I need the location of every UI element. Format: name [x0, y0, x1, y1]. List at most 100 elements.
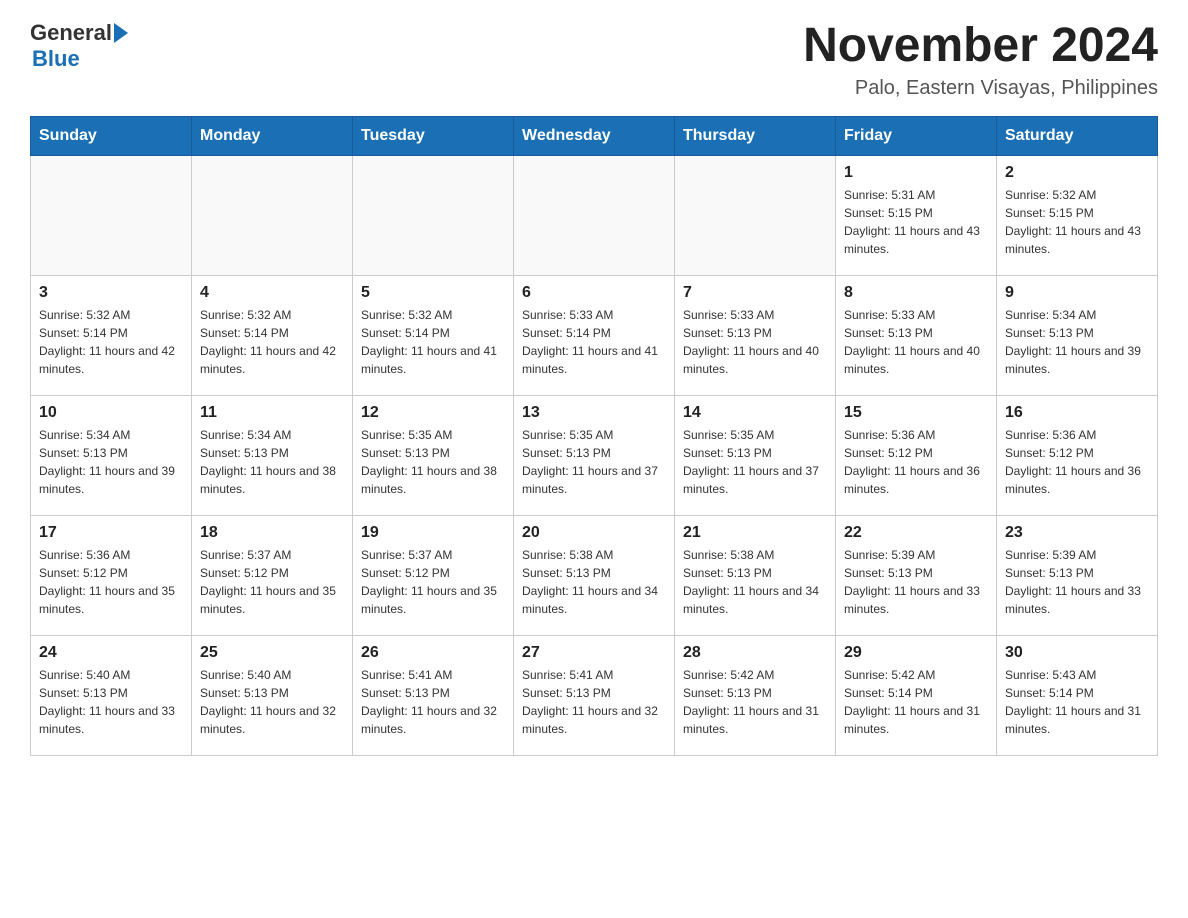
calendar-cell [31, 155, 192, 275]
day-info: Sunrise: 5:41 AMSunset: 5:13 PMDaylight:… [522, 666, 666, 738]
calendar-cell: 12 Sunrise: 5:35 AMSunset: 5:13 PMDayligh… [353, 395, 514, 515]
day-info: Sunrise: 5:31 AMSunset: 5:15 PMDaylight:… [844, 186, 988, 258]
weekday-header-saturday: Saturday [997, 116, 1158, 155]
day-info: Sunrise: 5:33 AMSunset: 5:13 PMDaylight:… [683, 306, 827, 378]
day-number: 3 [39, 284, 183, 302]
calendar-cell: 3 Sunrise: 5:32 AMSunset: 5:14 PMDaylight… [31, 275, 192, 395]
calendar-week-row: 3 Sunrise: 5:32 AMSunset: 5:14 PMDaylight… [31, 275, 1158, 395]
day-info: Sunrise: 5:34 AMSunset: 5:13 PMDaylight:… [1005, 306, 1149, 378]
calendar-cell: 21Sunrise: 5:38 AMSunset: 5:13 PMDayligh… [675, 515, 836, 635]
day-info: Sunrise: 5:43 AMSunset: 5:14 PMDaylight:… [1005, 666, 1149, 738]
day-number: 16 [1005, 404, 1149, 422]
weekday-header-monday: Monday [192, 116, 353, 155]
day-number: 10 [39, 404, 183, 422]
month-year-title: November 2024 [803, 20, 1158, 73]
weekday-header-wednesday: Wednesday [514, 116, 675, 155]
calendar-cell: 15 Sunrise: 5:36 AMSunset: 5:12 PMDayligh… [836, 395, 997, 515]
calendar-header-row: SundayMondayTuesdayWednesdayThursdayFrid… [31, 116, 1158, 155]
day-number: 17 [39, 524, 183, 542]
day-info: Sunrise: 5:32 AMSunset: 5:14 PMDaylight:… [39, 306, 183, 378]
day-number: 6 [522, 284, 666, 302]
day-number: 4 [200, 284, 344, 302]
calendar-cell: 13 Sunrise: 5:35 AMSunset: 5:13 PMDayligh… [514, 395, 675, 515]
day-number: 22 [844, 524, 988, 542]
calendar-cell [192, 155, 353, 275]
day-number: 12 [361, 404, 505, 422]
calendar-cell: 26 Sunrise: 5:41 AMSunset: 5:13 PMDayligh… [353, 635, 514, 755]
calendar-cell: 11 Sunrise: 5:34 AMSunset: 5:13 PMDayligh… [192, 395, 353, 515]
day-number: 13 [522, 404, 666, 422]
day-number: 21 [683, 524, 827, 542]
calendar-cell: 7 Sunrise: 5:33 AMSunset: 5:13 PMDaylight… [675, 275, 836, 395]
day-number: 28 [683, 644, 827, 662]
calendar-cell: 8 Sunrise: 5:33 AMSunset: 5:13 PMDaylight… [836, 275, 997, 395]
day-info: Sunrise: 5:35 AMSunset: 5:13 PMDaylight:… [522, 426, 666, 498]
calendar-cell: 18Sunrise: 5:37 AMSunset: 5:12 PMDayligh… [192, 515, 353, 635]
calendar-table: SundayMondayTuesdayWednesdayThursdayFrid… [30, 116, 1158, 756]
calendar-cell: 29Sunrise: 5:42 AMSunset: 5:14 PMDayligh… [836, 635, 997, 755]
calendar-cell: 9Sunrise: 5:34 AMSunset: 5:13 PMDaylight… [997, 275, 1158, 395]
day-info: Sunrise: 5:38 AMSunset: 5:13 PMDaylight:… [522, 546, 666, 618]
day-number: 14 [683, 404, 827, 422]
day-number: 29 [844, 644, 988, 662]
day-info: Sunrise: 5:39 AMSunset: 5:13 PMDaylight:… [1005, 546, 1149, 618]
day-number: 2 [1005, 164, 1149, 182]
title-section: November 2024 Palo, Eastern Visayas, Phi… [803, 20, 1158, 100]
day-info: Sunrise: 5:36 AMSunset: 5:12 PMDaylight:… [844, 426, 988, 498]
calendar-cell [353, 155, 514, 275]
day-number: 20 [522, 524, 666, 542]
calendar-cell: 25 Sunrise: 5:40 AMSunset: 5:13 PMDayligh… [192, 635, 353, 755]
day-number: 27 [522, 644, 666, 662]
calendar-cell: 2 Sunrise: 5:32 AMSunset: 5:15 PMDaylight… [997, 155, 1158, 275]
calendar-cell: 5 Sunrise: 5:32 AMSunset: 5:14 PMDaylight… [353, 275, 514, 395]
day-info: Sunrise: 5:40 AMSunset: 5:13 PMDaylight:… [200, 666, 344, 738]
day-info: Sunrise: 5:35 AMSunset: 5:13 PMDaylight:… [361, 426, 505, 498]
calendar-cell: 6 Sunrise: 5:33 AMSunset: 5:14 PMDaylight… [514, 275, 675, 395]
calendar-week-row: 17 Sunrise: 5:36 AMSunset: 5:12 PMDayligh… [31, 515, 1158, 635]
logo-general-text: General [30, 20, 112, 46]
logo: General Blue [30, 20, 128, 72]
calendar-week-row: 1 Sunrise: 5:31 AMSunset: 5:15 PMDaylight… [31, 155, 1158, 275]
weekday-header-thursday: Thursday [675, 116, 836, 155]
day-number: 23 [1005, 524, 1149, 542]
day-number: 26 [361, 644, 505, 662]
day-number: 15 [844, 404, 988, 422]
calendar-cell [675, 155, 836, 275]
logo-triangle-icon [114, 23, 128, 43]
day-info: Sunrise: 5:32 AMSunset: 5:15 PMDaylight:… [1005, 186, 1149, 258]
day-info: Sunrise: 5:32 AMSunset: 5:14 PMDaylight:… [361, 306, 505, 378]
logo-blue-text: Blue [32, 46, 80, 72]
day-info: Sunrise: 5:41 AMSunset: 5:13 PMDaylight:… [361, 666, 505, 738]
day-info: Sunrise: 5:37 AMSunset: 5:12 PMDaylight:… [361, 546, 505, 618]
location-subtitle: Palo, Eastern Visayas, Philippines [803, 77, 1158, 100]
calendar-cell: 16 Sunrise: 5:36 AMSunset: 5:12 PMDayligh… [997, 395, 1158, 515]
day-number: 25 [200, 644, 344, 662]
day-info: Sunrise: 5:36 AMSunset: 5:12 PMDaylight:… [1005, 426, 1149, 498]
calendar-week-row: 24 Sunrise: 5:40 AMSunset: 5:13 PMDayligh… [31, 635, 1158, 755]
day-info: Sunrise: 5:32 AMSunset: 5:14 PMDaylight:… [200, 306, 344, 378]
calendar-cell: 28 Sunrise: 5:42 AMSunset: 5:13 PMDayligh… [675, 635, 836, 755]
calendar-cell: 30Sunrise: 5:43 AMSunset: 5:14 PMDayligh… [997, 635, 1158, 755]
day-number: 5 [361, 284, 505, 302]
day-number: 7 [683, 284, 827, 302]
day-number: 8 [844, 284, 988, 302]
calendar-cell: 10 Sunrise: 5:34 AMSunset: 5:13 PMDayligh… [31, 395, 192, 515]
day-number: 11 [200, 404, 344, 422]
day-info: Sunrise: 5:34 AMSunset: 5:13 PMDaylight:… [39, 426, 183, 498]
day-info: Sunrise: 5:34 AMSunset: 5:13 PMDaylight:… [200, 426, 344, 498]
day-number: 1 [844, 164, 988, 182]
calendar-cell: 24 Sunrise: 5:40 AMSunset: 5:13 PMDayligh… [31, 635, 192, 755]
day-info: Sunrise: 5:40 AMSunset: 5:13 PMDaylight:… [39, 666, 183, 738]
day-info: Sunrise: 5:33 AMSunset: 5:13 PMDaylight:… [844, 306, 988, 378]
calendar-cell: 4 Sunrise: 5:32 AMSunset: 5:14 PMDaylight… [192, 275, 353, 395]
day-info: Sunrise: 5:36 AMSunset: 5:12 PMDaylight:… [39, 546, 183, 618]
day-info: Sunrise: 5:39 AMSunset: 5:13 PMDaylight:… [844, 546, 988, 618]
day-info: Sunrise: 5:33 AMSunset: 5:14 PMDaylight:… [522, 306, 666, 378]
calendar-cell: 17 Sunrise: 5:36 AMSunset: 5:12 PMDayligh… [31, 515, 192, 635]
day-number: 19 [361, 524, 505, 542]
day-number: 24 [39, 644, 183, 662]
calendar-cell [514, 155, 675, 275]
day-number: 18 [200, 524, 344, 542]
calendar-cell: 19 Sunrise: 5:37 AMSunset: 5:12 PMDayligh… [353, 515, 514, 635]
day-info: Sunrise: 5:42 AMSunset: 5:13 PMDaylight:… [683, 666, 827, 738]
